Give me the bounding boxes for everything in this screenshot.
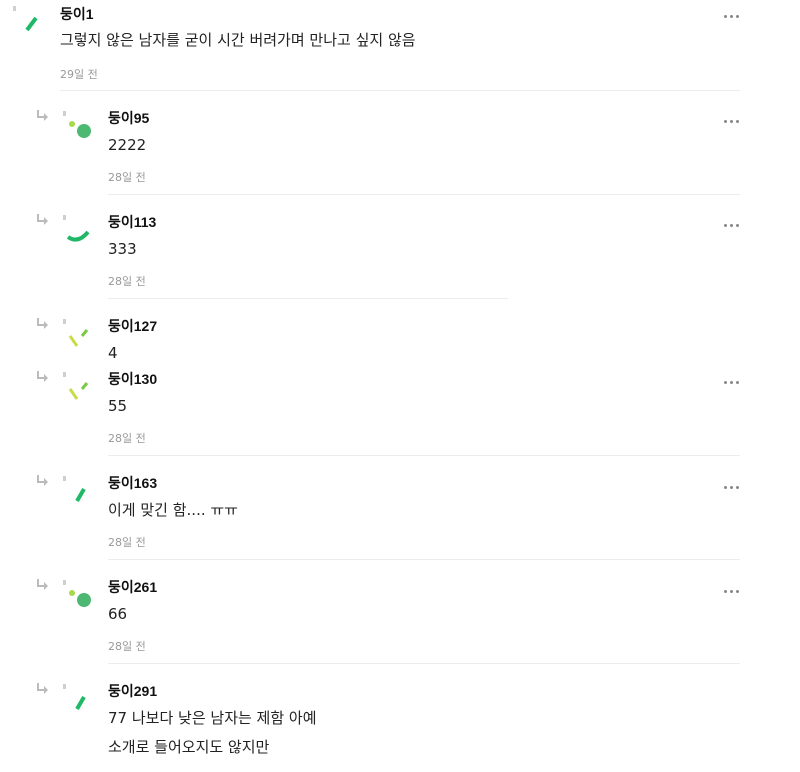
divider: [108, 663, 740, 664]
comment-text: 77 나보다 낮은 남자는 제함 아예: [108, 709, 317, 727]
comment-text: 소개로 들어오지도 않지만: [108, 738, 270, 756]
comment-time: 28일 전: [108, 640, 146, 653]
reply-arrow-icon: [35, 578, 51, 592]
more-options-icon[interactable]: [719, 480, 743, 494]
comment-nickname[interactable]: 둥이127: [108, 316, 157, 336]
comment-time: 28일 전: [108, 275, 146, 288]
comment-text: 55: [108, 397, 128, 415]
more-options-icon[interactable]: [719, 375, 743, 389]
comment-time: 28일 전: [108, 536, 146, 549]
comment-text: 333: [108, 240, 137, 258]
reply-arrow-icon: [35, 109, 51, 123]
reply-arrow-icon: [35, 213, 51, 227]
more-options-icon[interactable]: [719, 584, 743, 598]
reply-arrow-icon: [35, 317, 51, 331]
comment-time: 29일 전: [60, 68, 98, 81]
comment-text: 4: [108, 344, 118, 362]
reply-arrow-icon: [35, 370, 51, 384]
more-options-icon[interactable]: [719, 218, 743, 232]
divider: [108, 298, 508, 299]
more-options-icon[interactable]: [719, 114, 743, 128]
divider: [108, 455, 740, 456]
avatar[interactable]: [58, 316, 98, 356]
comment-nickname[interactable]: 둥이1: [60, 4, 94, 24]
more-options-icon[interactable]: [719, 9, 743, 23]
comment-text: 2222: [108, 136, 147, 154]
reply-arrow-icon: [35, 682, 51, 696]
avatar[interactable]: [58, 108, 98, 148]
divider: [108, 194, 740, 195]
comment-time: 28일 전: [108, 171, 146, 184]
avatar[interactable]: [58, 681, 98, 721]
comment-text: 이게 맞긴 함.... ㅠㅠ: [108, 501, 238, 519]
reply-arrow-icon: [35, 474, 51, 488]
comment-nickname[interactable]: 둥이95: [108, 108, 149, 128]
comment-nickname[interactable]: 둥이261: [108, 577, 157, 597]
avatar[interactable]: [58, 473, 98, 513]
avatar[interactable]: [58, 577, 98, 617]
divider: [108, 559, 740, 560]
comment-text: 그렇지 않은 남자를 굳이 시간 버려가며 만나고 싶지 않음: [60, 31, 416, 49]
avatar[interactable]: [58, 369, 98, 409]
comment-nickname[interactable]: 둥이113: [108, 212, 156, 232]
divider: [60, 90, 740, 91]
comment-nickname[interactable]: 둥이291: [108, 681, 157, 701]
comment-text: 66: [108, 605, 128, 623]
comment-nickname[interactable]: 둥이163: [108, 473, 157, 493]
comment-nickname[interactable]: 둥이130: [108, 369, 157, 389]
avatar[interactable]: [10, 4, 50, 44]
avatar[interactable]: [58, 212, 98, 252]
comment-time: 28일 전: [108, 432, 146, 445]
